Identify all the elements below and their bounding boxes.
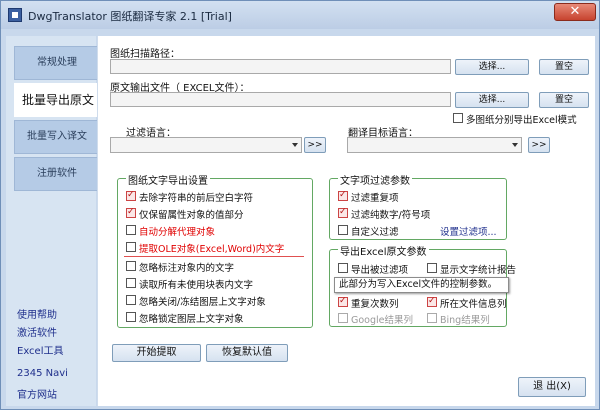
help-link[interactable]: 使用帮助 bbox=[17, 306, 57, 321]
checkbox-box bbox=[126, 242, 136, 252]
filter-language-select[interactable] bbox=[110, 137, 302, 153]
target-language-more-button[interactable]: >> bbox=[528, 137, 550, 153]
checkbox-box bbox=[338, 263, 348, 273]
option-label: 忽略关闭/冻结图层上文字对象 bbox=[139, 297, 266, 308]
scan-clear-button[interactable]: 置空 bbox=[539, 59, 589, 75]
option-label: 导出被过滤项 bbox=[351, 265, 409, 276]
official-site-link[interactable]: 官方网站 bbox=[17, 386, 57, 401]
excel-tool-link[interactable]: Excel工具 bbox=[17, 342, 64, 357]
reset-defaults-button[interactable]: 恢复默认值 bbox=[206, 344, 288, 362]
text-filter-title: 文字项过滤参数 bbox=[338, 172, 412, 187]
chevron-down-icon bbox=[292, 143, 298, 147]
output-file-input[interactable] bbox=[110, 92, 451, 107]
close-button[interactable]: ✕ bbox=[554, 3, 596, 21]
filter-language-more-button[interactable]: >> bbox=[304, 137, 326, 153]
scan-path-input[interactable] bbox=[110, 59, 451, 74]
export-settings-title: 图纸文字导出设置 bbox=[126, 172, 210, 187]
exit-button[interactable]: 退 出(X) bbox=[518, 377, 586, 397]
title-bar: DwgTranslator 图纸翻译专家 2.1 [Trial] ✕ bbox=[1, 1, 599, 29]
checkbox-box bbox=[338, 313, 348, 323]
option-label: 忽略标注对象内的文字 bbox=[139, 263, 235, 274]
option-label: 去除字符串的前后空白字符 bbox=[139, 193, 254, 204]
option-label: 所在文件信息列 bbox=[440, 299, 507, 310]
option-label: 过滤重复项 bbox=[351, 193, 399, 204]
check-icon bbox=[427, 296, 437, 307]
option-label: Bing结果列 bbox=[440, 315, 490, 326]
option-label: 自动分解代理对象 bbox=[139, 227, 216, 238]
option-label: 读取所有未使用块表内文字 bbox=[139, 280, 254, 291]
checkbox-box bbox=[126, 261, 136, 271]
option-label: 自定义过滤 bbox=[351, 227, 399, 238]
checkbox-box bbox=[126, 295, 136, 305]
check-icon bbox=[338, 190, 348, 201]
checkbox-box bbox=[453, 113, 463, 123]
check-icon bbox=[338, 207, 348, 218]
export-settings-group: 图纸文字导出设置 去除字符串的前后空白字符 仅保留属性对象的值部分 自动分解代理… bbox=[117, 172, 313, 328]
tooltip: 此部分为写入Excel文件的控制参数。 bbox=[334, 277, 509, 293]
tab-batch-write[interactable]: 批量写入译文 bbox=[14, 120, 100, 154]
tab-register[interactable]: 注册软件 bbox=[14, 157, 100, 191]
checkbox-box bbox=[427, 263, 437, 273]
filter-settings-link[interactable]: 设置过滤项... bbox=[440, 224, 497, 238]
option-label: 提取OLE对象(Excel,Word)内文字 bbox=[139, 244, 285, 255]
tab-general[interactable]: 常规处理 bbox=[14, 46, 100, 80]
checkbox-box bbox=[338, 225, 348, 235]
red-divider bbox=[124, 256, 304, 257]
option-label: 忽略锁定图层上文字对象 bbox=[139, 314, 244, 325]
text-filter-group: 文字项过滤参数 过滤重复项 过滤纯数字/符号项 自定义过滤 设置过滤项... bbox=[329, 172, 507, 240]
chevron-down-icon bbox=[512, 143, 518, 147]
check-icon bbox=[338, 296, 348, 307]
scan-browse-button[interactable]: 选择... bbox=[455, 59, 529, 75]
option-label: 过滤纯数字/符号项 bbox=[351, 210, 431, 221]
option-label: 重复次数列 bbox=[351, 299, 399, 310]
check-icon bbox=[126, 207, 136, 218]
app-logo-icon bbox=[8, 8, 22, 22]
output-clear-button[interactable]: 置空 bbox=[539, 92, 589, 108]
main-panel: 图纸扫描路径： 选择... 置空 原文输出文件（ EXCEL文件）： 选择...… bbox=[97, 36, 595, 406]
checkbox-box bbox=[126, 278, 136, 288]
checkbox-box bbox=[427, 313, 437, 323]
excel-params-title: 导出Excel原文参数 bbox=[338, 243, 429, 258]
option-label: 仅保留属性对象的值部分 bbox=[139, 210, 244, 221]
tab-batch-export[interactable]: 批量导出原文 bbox=[14, 83, 102, 117]
check-icon bbox=[126, 190, 136, 201]
checkbox-box bbox=[126, 312, 136, 322]
option-label: Google结果列 bbox=[351, 315, 414, 326]
sidebar: 常规处理 批量导出原文 批量写入译文 注册软件 使用帮助 激活软件 Excel工… bbox=[6, 36, 102, 406]
checkbox-box bbox=[126, 225, 136, 235]
navi-link[interactable]: 2345 Navi bbox=[17, 368, 68, 379]
activate-link[interactable]: 激活软件 bbox=[17, 324, 57, 339]
start-extract-button[interactable]: 开始提取 bbox=[112, 344, 201, 362]
app-window: DwgTranslator 图纸翻译专家 2.1 [Trial] ✕ 常规处理 … bbox=[0, 0, 600, 410]
window-title: DwgTranslator 图纸翻译专家 2.1 [Trial] bbox=[28, 10, 232, 23]
target-language-select[interactable] bbox=[347, 137, 522, 153]
scan-path-label: 图纸扫描路径： bbox=[110, 49, 180, 60]
multi-export-label: 多图纸分别导出Excel模式 bbox=[466, 115, 577, 126]
option-label: 显示文字统计报告 bbox=[440, 265, 517, 276]
output-browse-button[interactable]: 选择... bbox=[455, 92, 529, 108]
